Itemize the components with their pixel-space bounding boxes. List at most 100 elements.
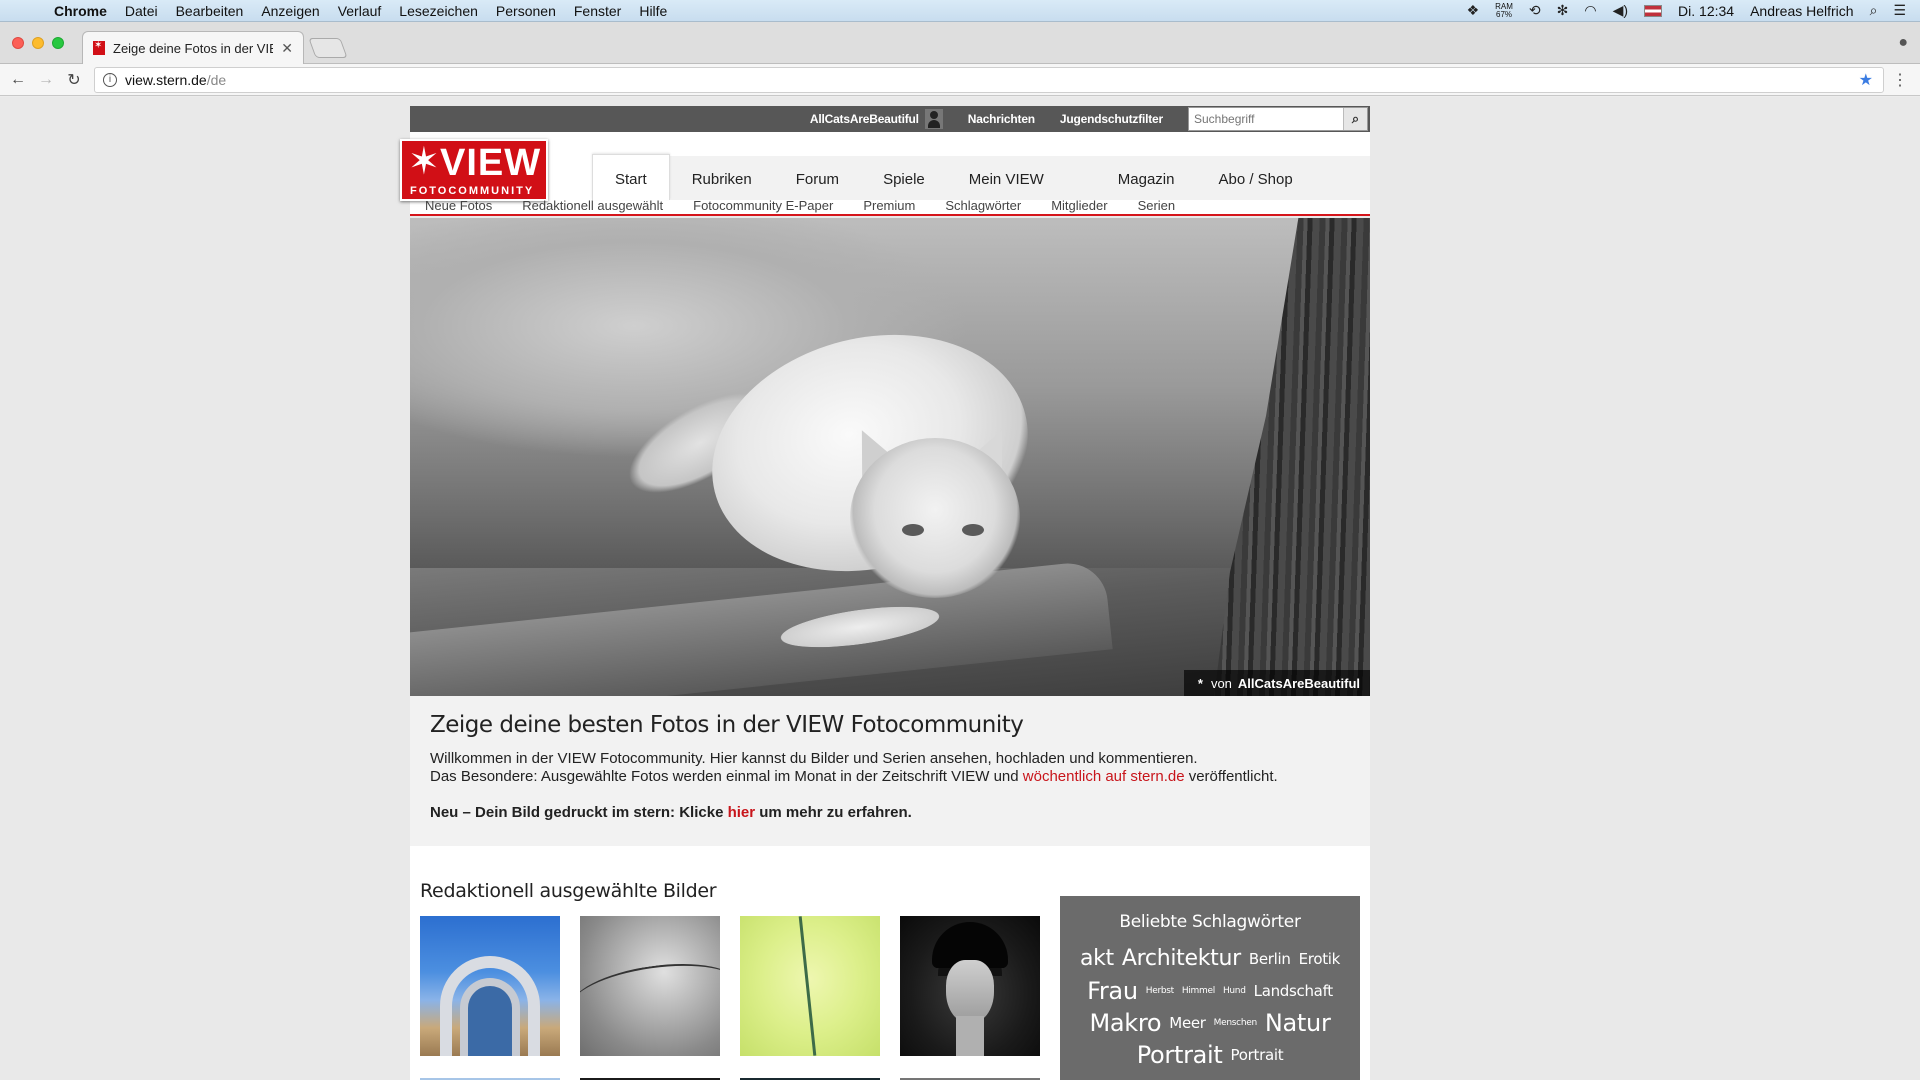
intro-neu: Neu – Dein Bild gedruckt im stern: Klick…	[430, 804, 1350, 822]
info-icon[interactable]: i	[103, 73, 117, 87]
topbar-jugendschutzfilter-link[interactable]: Jugendschutzfilter	[1060, 112, 1163, 126]
intro-line2-pre: Das Besondere: Ausgewählte Fotos werden …	[430, 768, 1023, 785]
browser-toolbar: ← → ↻ i view.stern.de/de ★ ⋮	[0, 64, 1920, 96]
tag-cloud: Beliebte Schlagwörter akt Architektur Berl…	[1060, 896, 1360, 1080]
spotlight-search-icon[interactable]: ⌕	[1870, 2, 1878, 19]
page-viewport: AllCatsAreBeautiful Nachrichten Jugendsc…	[0, 97, 1920, 1080]
nav-abo-shop[interactable]: Abo / Shop	[1196, 156, 1314, 200]
view-logo[interactable]: ✶ VIEW FOTOCOMMUNITY	[400, 139, 548, 201]
tag-link[interactable]: Architektur	[1122, 945, 1241, 973]
credit-user[interactable]: AllCatsAreBeautiful	[1238, 676, 1360, 691]
nav-spiele[interactable]: Spiele	[861, 156, 947, 200]
nav-start[interactable]: Start	[592, 154, 670, 200]
notification-center-icon[interactable]: ☰	[1893, 2, 1906, 19]
stern-weekly-link[interactable]: wöchentlich auf stern.de	[1023, 768, 1185, 785]
menu-personen[interactable]: Personen	[487, 3, 565, 19]
menu-hilfe[interactable]: Hilfe	[630, 3, 676, 19]
nav-magazin[interactable]: Magazin	[1096, 156, 1197, 200]
search-icon[interactable]: ⌕	[1343, 108, 1367, 130]
menu-anzeigen[interactable]: Anzeigen	[252, 3, 328, 19]
window-zoom-button[interactable]	[52, 37, 64, 49]
tab-close-icon[interactable]: ✕	[281, 40, 293, 57]
window-close-button[interactable]	[12, 37, 24, 49]
volume-icon[interactable]: ◀︎)	[1613, 2, 1628, 19]
thumb-green-stem[interactable]	[740, 916, 880, 1056]
nav-rubriken[interactable]: Rubriken	[670, 156, 774, 200]
wifi-icon[interactable]: ◠	[1584, 2, 1596, 19]
thumb-face	[946, 960, 994, 1024]
tag-link[interactable]: Menschen	[1214, 1009, 1258, 1037]
window-minimize-button[interactable]	[32, 37, 44, 49]
menubar-clock[interactable]: Di. 12:34	[1678, 3, 1734, 19]
ram-indicator[interactable]: RAM 67%	[1495, 2, 1513, 19]
subnav-neue-fotos[interactable]: Neue Fotos	[425, 198, 492, 216]
menu-datei[interactable]: Datei	[116, 3, 167, 19]
menu-app-chrome[interactable]: Chrome	[48, 3, 116, 19]
tag-link[interactable]: Meer	[1169, 1009, 1206, 1037]
nav-mein-view[interactable]: Mein VIEW	[947, 156, 1066, 200]
tag-link[interactable]: Portrait	[1137, 1041, 1223, 1069]
thumb-stem	[798, 916, 817, 1056]
tag-link[interactable]: Herbst	[1146, 977, 1174, 1005]
menu-lesezeichen[interactable]: Lesezeichen	[390, 3, 487, 19]
tag-link[interactable]: akt	[1080, 945, 1114, 973]
search-input[interactable]	[1189, 108, 1343, 130]
tag-link[interactable]: Himmel	[1182, 977, 1215, 1005]
intro-box: Zeige deine besten Fotos in der VIEW Fot…	[410, 696, 1370, 846]
kebab-menu-icon[interactable]: ⋮	[1892, 70, 1908, 90]
cat-eye-right	[962, 524, 984, 536]
tag-link[interactable]: Frau	[1087, 977, 1138, 1005]
dropbox-icon[interactable]: ❖	[1467, 2, 1480, 19]
thumb-dome-inner	[460, 978, 520, 1056]
credit-mark: *	[1197, 675, 1203, 691]
back-arrow-icon[interactable]: ←	[4, 71, 32, 89]
subnav-redaktionell[interactable]: Redaktionell ausgewählt	[522, 198, 663, 216]
neu-hier-link[interactable]: hier	[728, 804, 756, 821]
intro-title: Zeige deine besten Fotos in der VIEW Fot…	[430, 712, 1024, 738]
menubar-user[interactable]: Andreas Helfrich	[1750, 3, 1854, 19]
thumb-mosque[interactable]	[420, 916, 560, 1056]
tag-link[interactable]: Hund	[1223, 977, 1246, 1005]
tag-link[interactable]: Portrait	[1231, 1041, 1284, 1069]
menu-verlauf[interactable]: Verlauf	[329, 3, 391, 19]
thumb-clouds-wire[interactable]	[580, 916, 720, 1056]
tagcloud-title: Beliebte Schlagwörter	[1119, 912, 1301, 932]
profile-icon[interactable]: ●	[1898, 34, 1908, 52]
subnav-premium[interactable]: Premium	[863, 198, 915, 216]
new-tab-button[interactable]	[308, 38, 348, 58]
selected-title: Redaktionell ausgewählte Bilder	[420, 880, 717, 902]
thumb-woman-hat[interactable]	[900, 916, 1040, 1056]
topbar-nachrichten-link[interactable]: Nachrichten	[968, 112, 1035, 126]
menu-fenster[interactable]: Fenster	[565, 3, 630, 19]
photo-credit[interactable]: * von AllCatsAreBeautiful	[1183, 670, 1370, 696]
tag-link[interactable]: Erotik	[1299, 945, 1341, 973]
subnav-mitglieder[interactable]: Mitglieder	[1051, 198, 1107, 216]
bluetooth-icon[interactable]: ✻	[1557, 2, 1569, 19]
subnav-schlagwoerter[interactable]: Schlagwörter	[945, 198, 1021, 216]
forward-arrow-icon[interactable]: →	[32, 71, 60, 89]
input-source-flag-icon[interactable]	[1644, 4, 1663, 17]
address-bar[interactable]: i view.stern.de/de ★	[94, 67, 1884, 93]
browser-tab-active[interactable]: Zeige deine Fotos in der VIEW ✕	[82, 31, 304, 64]
nav-forum[interactable]: Forum	[774, 156, 861, 200]
cat-head	[850, 438, 1020, 598]
logo-subtext: FOTOCOMMUNITY	[410, 185, 535, 197]
reload-icon[interactable]: ↻	[60, 70, 88, 90]
tag-link[interactable]: Berlin	[1249, 945, 1291, 973]
intro-line2: Das Besondere: Ausgewählte Fotos werden …	[430, 768, 1350, 786]
subnav-serien[interactable]: Serien	[1138, 198, 1176, 216]
subnav-epaper[interactable]: Fotocommunity E-Paper	[693, 198, 833, 216]
hero-photo[interactable]: * von AllCatsAreBeautiful	[410, 218, 1370, 696]
bookmark-star-icon[interactable]: ★	[1859, 70, 1873, 90]
user-profile-link[interactable]: AllCatsAreBeautiful	[810, 109, 943, 129]
tag-link[interactable]: Natur	[1265, 1009, 1331, 1037]
time-machine-icon[interactable]: ⟲	[1529, 2, 1541, 19]
stern-favicon-icon	[93, 40, 105, 55]
neu-post: um mehr zu erfahren.	[755, 804, 912, 821]
tag-link[interactable]: Landschaft	[1254, 977, 1334, 1005]
view-site: AllCatsAreBeautiful Nachrichten Jugendsc…	[400, 106, 1370, 1080]
macos-menubar: Chrome Datei Bearbeiten Anzeigen Verlauf…	[0, 0, 1920, 22]
url-host: view.stern.de	[125, 72, 207, 88]
menu-bearbeiten[interactable]: Bearbeiten	[167, 3, 253, 19]
tag-link[interactable]: Makro	[1089, 1009, 1161, 1037]
